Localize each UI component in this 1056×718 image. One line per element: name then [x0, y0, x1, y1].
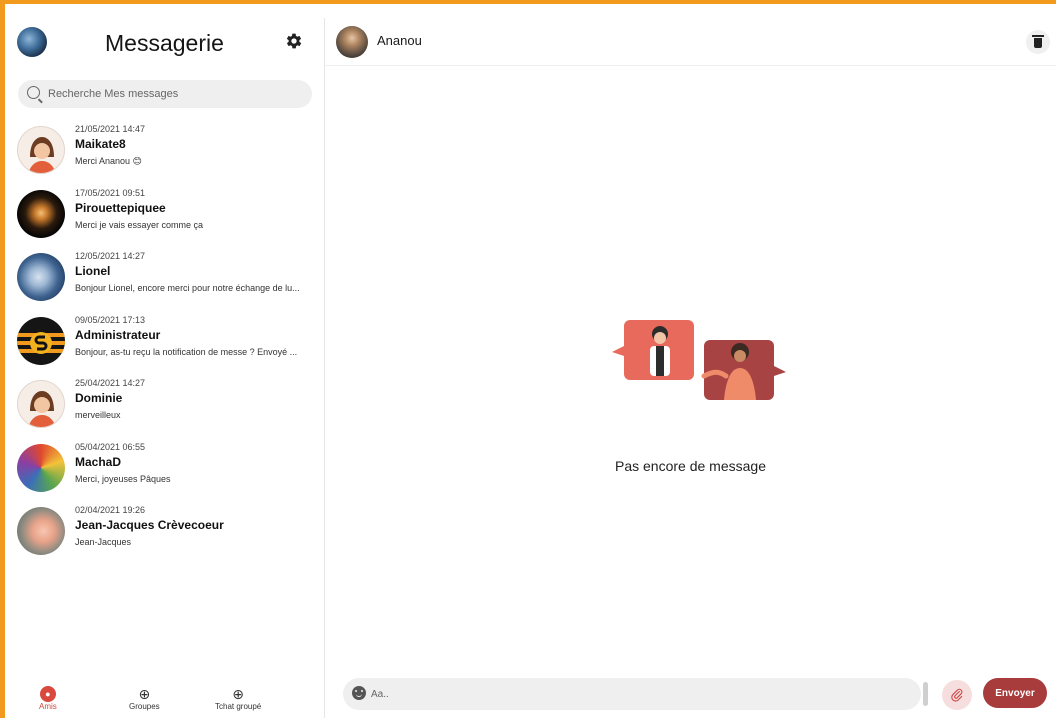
nav-tab-label: Groupes: [129, 702, 160, 711]
sidebar-header: Messagerie: [9, 18, 324, 68]
list-item[interactable]: 05/04/2021 06:55 MachaD Merci, joyeuses …: [9, 438, 325, 502]
conversation-preview: Merci Ananou 😊: [75, 156, 142, 166]
message-composer: [343, 678, 921, 710]
conversation-name: Maikate8: [75, 137, 126, 151]
conversation-date: 12/05/2021 14:27: [75, 251, 146, 261]
conversation-name: MachaD: [75, 454, 122, 469]
list-item[interactable]: 21/05/2021 14:47 Maikate8 Merci Ananou 😊: [9, 120, 325, 184]
conversation-preview: Bonjour Lionel, encore merci pour notre …: [75, 283, 300, 293]
conversation-date: 21/05/2021 14:47: [75, 124, 146, 134]
avatar: [17, 253, 65, 301]
avatar: [17, 126, 65, 174]
avatar: [17, 443, 65, 492]
avatar: [17, 189, 65, 238]
group-icon: ⊕: [138, 686, 151, 702]
empty-conversation-text: Pas encore de message: [615, 458, 766, 474]
composer-divider: [923, 682, 928, 706]
conversation-preview: Merci, joyeuses Pâques: [75, 473, 171, 484]
bottom-navigation: ● Amis ⊕ Groupes ⊕ Tchat groupé: [9, 682, 325, 718]
conversation-name: Jean-Jacques Crèvecoeur: [75, 518, 224, 532]
list-item[interactable]: 09/05/2021 17:13 Administrateur Bonjour,…: [9, 311, 325, 375]
conversation-preview: merveilleux: [75, 410, 121, 420]
conversation-preview: Jean-Jacques: [75, 537, 132, 547]
avatar: [17, 316, 65, 365]
conversation-date: 25/04/2021 14:27: [75, 378, 146, 388]
nav-tab-label: Tchat groupé: [215, 702, 262, 711]
conversation-list: 21/05/2021 14:47 Maikate8 Merci Ananou 😊…: [9, 120, 325, 565]
conversation-preview: Bonjour, as-tu reçu la notification de m…: [75, 346, 298, 357]
conversation-sidebar: Messagerie 21/05/2021 14:47 Maikate8 Mer…: [9, 18, 325, 718]
conversation-name: Dominie: [75, 391, 123, 405]
search-icon: [27, 86, 40, 99]
avatar: [17, 507, 65, 555]
list-item[interactable]: 17/05/2021 09:51 Pirouettepiquee Merci j…: [9, 184, 325, 248]
page-title: Messagerie: [105, 30, 224, 56]
empty-conversation-illustration: [608, 316, 788, 406]
chat-bubble-icon: ●: [39, 686, 56, 702]
chat-panel: Ananou Pas encore de message Envoyer: [325, 18, 1056, 718]
delete-conversation-trash-icon[interactable]: [1026, 30, 1050, 54]
group-chat-icon: ⊕: [232, 686, 244, 702]
conversation-date: 09/05/2021 17:13: [75, 314, 146, 325]
conversation-name: Lionel: [75, 264, 111, 278]
attach-paperclip-icon[interactable]: [942, 680, 972, 710]
avatar: [17, 380, 65, 428]
contact-avatar[interactable]: [336, 26, 368, 58]
search-input[interactable]: [48, 80, 304, 108]
conversation-date: 02/04/2021 19:26: [75, 505, 146, 515]
conversation-preview: Merci je vais essayer comme ça: [75, 219, 204, 230]
conversation-date: 17/05/2021 09:51: [75, 187, 146, 198]
nav-tab-tchat-groupe[interactable]: ⊕ Tchat groupé: [215, 686, 261, 711]
list-item[interactable]: 25/04/2021 14:27 Dominie merveilleux: [9, 374, 325, 438]
conversation-date: 05/04/2021 06:55: [75, 441, 146, 452]
conversation-name: Administrateur: [75, 327, 161, 342]
chat-header: Ananou: [325, 18, 1056, 66]
emoji-icon[interactable]: [352, 686, 366, 700]
settings-gear-icon[interactable]: [283, 31, 305, 53]
contact-name[interactable]: Ananou: [377, 33, 422, 48]
message-input[interactable]: [371, 678, 911, 710]
search-bar: [18, 80, 312, 108]
conversation-name: Pirouettepiquee: [75, 200, 166, 215]
nav-tab-amis[interactable]: ● Amis: [39, 686, 57, 711]
list-item[interactable]: 12/05/2021 14:27 Lionel Bonjour Lionel, …: [9, 247, 325, 311]
nav-tab-label: Amis: [39, 702, 57, 711]
list-item[interactable]: 02/04/2021 19:26 Jean-Jacques Crèvecoeur…: [9, 501, 325, 565]
send-button[interactable]: Envoyer: [983, 678, 1047, 708]
nav-tab-groupes[interactable]: ⊕ Groupes: [129, 686, 160, 711]
site-logo[interactable]: [17, 27, 47, 57]
